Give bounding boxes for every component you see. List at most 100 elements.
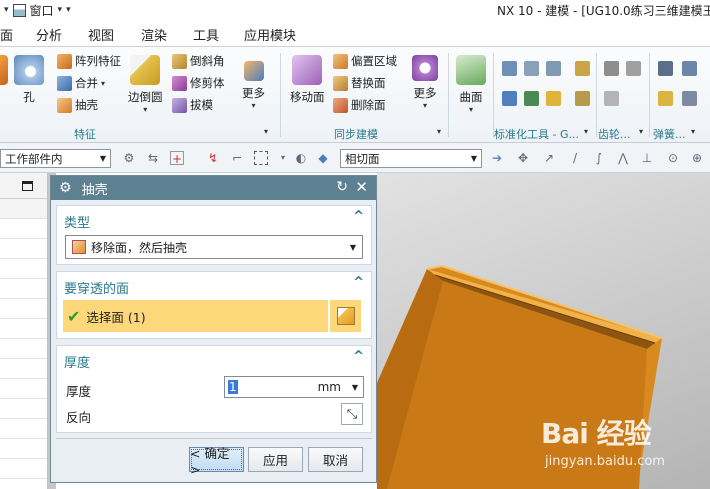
snap-icon[interactable]: ⊥ [640,151,654,165]
chevron-down-icon[interactable]: ▼ [352,383,358,392]
list-item[interactable] [0,219,47,239]
feature-more-button[interactable]: 更多 ▾ [242,61,265,110]
std-tool-icon[interactable] [546,91,561,106]
spring-tool-icon[interactable] [658,91,673,106]
tab-application[interactable]: 应用模块 [244,25,296,44]
list-item[interactable] [0,399,47,419]
snap-icon[interactable]: ⊙ [666,151,680,165]
gear-tool-icon[interactable] [626,61,641,76]
select-face-button[interactable] [329,300,361,332]
sync-more-caret-icon[interactable]: ▾ [423,101,427,110]
gear-tool-icon[interactable] [604,91,619,106]
spring-tool-icon[interactable] [658,61,673,76]
shell-button[interactable]: 抽壳 [57,97,98,113]
list-item[interactable] [0,459,47,479]
sync-more-button[interactable]: 更多 ▾ [412,55,438,110]
navigator-column-header[interactable] [0,199,47,219]
reverse-direction-button[interactable]: ⤡ [341,403,363,425]
std-tool-icon[interactable] [502,91,517,106]
std-tools-expand-icon[interactable]: ▾ [584,127,588,136]
gear-tool-icon[interactable] [604,61,619,76]
arrow-right-icon[interactable]: ➔ [490,151,504,165]
type-section-header[interactable]: 类型 ^ [57,206,371,232]
unite-button[interactable]: 合并 ▾ [57,75,105,91]
std-tool-icon[interactable] [502,61,517,76]
collapse-icon[interactable]: ^ [353,349,364,364]
std-tool-icon[interactable] [524,61,539,76]
thickness-input[interactable]: 1 mm ▼ [224,376,364,398]
snap-point-icon[interactable]: + [170,151,184,166]
std-tool-icon[interactable] [575,91,590,106]
list-item[interactable] [0,339,47,359]
feature-more-caret-icon[interactable]: ▾ [251,101,255,110]
body-filter-icon[interactable]: ◆ [316,151,330,165]
snap-icon[interactable]: ✥ [516,151,530,165]
dialog-header[interactable]: ⚙ 抽壳 ↻ ✕ [51,176,376,200]
snap-icon[interactable]: ∫ [592,151,606,165]
rect-select-icon[interactable] [254,151,268,165]
surface-button[interactable]: 曲面 ▾ [456,55,486,114]
hole-button[interactable]: 孔 [14,55,44,105]
apply-button[interactable]: 应用 [248,447,303,472]
tab-view[interactable]: 视图 [88,25,114,44]
thickness-value[interactable]: 1 [228,380,238,394]
surface-caret-icon[interactable]: ▾ [469,105,473,114]
tab-analysis[interactable]: 分析 [36,25,62,44]
trim-body-button[interactable]: 修剪体 [172,75,225,91]
spring-tool-icon[interactable] [682,61,697,76]
select-mode-icon[interactable]: ◐ [294,151,308,165]
list-item[interactable] [0,239,47,259]
cancel-button[interactable]: 取消 [308,447,363,472]
chamfer-button[interactable]: 倒斜角 [172,53,225,69]
move-face-button[interactable]: 移动面 [290,55,325,105]
tab-tools[interactable]: 工具 [193,25,219,44]
spring-group-expand-icon[interactable]: ▾ [691,127,695,136]
draft-button[interactable]: 拔模 [172,97,213,113]
list-item[interactable] [0,419,47,439]
rect-select-caret-icon[interactable]: ▾ [276,151,290,165]
spring-tool-icon[interactable] [682,91,697,106]
thickness-section-header[interactable]: 厚度 ^ [57,346,371,372]
edge-blend-button[interactable]: 边倒圆 ▾ [128,55,163,114]
quick-access-caret[interactable]: ▾ [4,5,9,15]
snap-icon[interactable]: ↯ [206,151,220,165]
tab-render[interactable]: 渲染 [141,25,167,44]
std-tool-icon[interactable] [546,61,561,76]
window-menu-caret-icon[interactable]: ▾ [58,5,63,15]
sync-group-expand-icon[interactable]: ▾ [437,127,441,136]
filter-icon[interactable]: ⚙ [122,151,136,165]
filter-icon[interactable]: ⇆ [146,151,160,165]
window-menu[interactable]: 窗口 [30,2,54,19]
list-item[interactable] [0,359,47,379]
ok-button[interactable]: < 确定 > [189,446,244,477]
select-face-row[interactable]: ✔ 选择面 (1) [63,300,328,332]
selection-scope-select[interactable]: 工作部件内 ▼ [0,149,111,168]
list-item[interactable] [0,379,47,399]
collapse-icon[interactable]: ^ [353,275,364,290]
list-item[interactable] [0,259,47,279]
unite-caret-icon[interactable]: ▾ [101,79,105,88]
list-item[interactable] [0,299,47,319]
gear-group-expand-icon[interactable]: ▾ [639,127,643,136]
pierce-faces-header[interactable]: 要穿透的面 ^ [57,272,371,298]
feature-group-expand-icon[interactable]: ▾ [264,127,268,136]
pattern-feature-button[interactable]: 阵列特征 [57,53,121,69]
offset-region-button[interactable]: 偏置区域 [333,53,397,69]
snap-icon[interactable]: / [568,151,582,165]
maximize-icon[interactable] [22,181,33,191]
std-tool-icon[interactable] [575,61,590,76]
edge-blend-caret-icon[interactable]: ▾ [143,105,147,114]
list-item[interactable] [0,279,47,299]
face-rule-select[interactable]: 相切面 ▼ [340,149,482,168]
snap-icon[interactable]: ⋀ [616,151,630,165]
close-icon[interactable]: ✕ [355,178,368,196]
snap-icon[interactable]: ↗ [542,151,556,165]
reset-icon[interactable]: ↻ [336,179,348,195]
replace-face-button[interactable]: 替换面 [333,75,386,91]
customize-caret-icon[interactable]: ▾ [66,5,71,15]
shell-type-select[interactable]: 移除面，然后抽壳 ▼ [65,235,363,259]
snap-icon[interactable]: ⌐ [230,151,244,165]
list-item[interactable] [0,439,47,459]
tab-face[interactable]: 面 [0,25,13,44]
list-item[interactable] [0,319,47,339]
